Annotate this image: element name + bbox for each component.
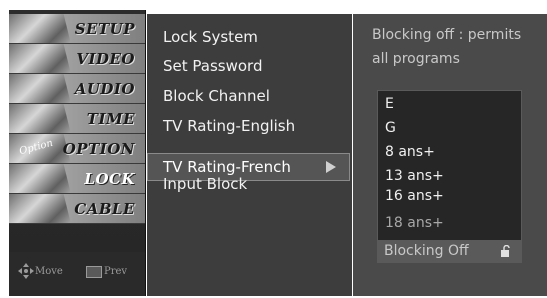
audio-thumbnail-icon xyxy=(9,74,71,103)
arrow-right-icon xyxy=(326,161,336,173)
time-thumbnail-icon xyxy=(9,104,71,133)
rating-option-e[interactable]: E xyxy=(385,96,394,112)
lock-thumbnail-icon xyxy=(9,164,71,193)
description-line-1: Blocking off : permits xyxy=(372,27,522,43)
setup-thumbnail-icon xyxy=(9,14,71,43)
nav-item-label: AUDIO xyxy=(74,80,135,98)
nav-item-lock[interactable]: LOCK xyxy=(9,164,145,194)
menu-item-label: TV Rating-French xyxy=(163,158,291,176)
lock-submenu: Lock System Set Password Block Channel T… xyxy=(147,14,352,296)
nav-item-option[interactable]: Option OPTION xyxy=(9,134,145,164)
unlock-icon xyxy=(501,245,510,257)
description-line-2: all programs xyxy=(372,51,460,67)
rating-option-16[interactable]: 16 ans+ xyxy=(385,188,444,204)
move-hint-label: Move xyxy=(35,266,63,277)
nav-footer-hints: Move Prev xyxy=(9,252,145,296)
nav-item-label: TIME xyxy=(86,110,135,128)
menu-item-block-channel[interactable]: Block Channel xyxy=(163,87,270,105)
tv-menu-screen: SETUP VIDEO AUDIO TIME Option OPTION LOC… xyxy=(0,0,547,298)
rating-option-8[interactable]: 8 ans+ xyxy=(385,144,435,160)
menu-item-tv-rating-english[interactable]: TV Rating-English xyxy=(163,117,295,135)
nav-item-setup[interactable]: SETUP xyxy=(9,14,145,44)
nav-item-cable[interactable]: CABLE xyxy=(9,194,145,224)
rating-option-18[interactable]: 18 ans+ xyxy=(385,215,444,231)
blocking-status-bar: Blocking Off xyxy=(378,240,521,262)
video-thumbnail-icon xyxy=(9,44,71,73)
menu-item-set-password[interactable]: Set Password xyxy=(163,57,262,75)
prev-hint-label: Prev xyxy=(104,266,128,277)
nav-item-audio[interactable]: AUDIO xyxy=(9,74,145,104)
rating-option-13[interactable]: 13 ans+ xyxy=(385,168,444,184)
nav-item-label: VIDEO xyxy=(76,50,135,68)
rating-detail-panel: Blocking off : permits all programs E G … xyxy=(353,14,547,296)
menu-item-input-block[interactable]: Input Block xyxy=(163,175,247,193)
rating-list: E G 8 ans+ 13 ans+ 16 ans+ 18 ans+ Block… xyxy=(377,90,522,263)
nav-item-label: CABLE xyxy=(74,200,135,218)
nav-item-label: LOCK xyxy=(84,170,135,188)
rating-option-g[interactable]: G xyxy=(385,120,396,136)
cable-thumbnail-icon xyxy=(9,194,71,223)
blocking-status-label: Blocking Off xyxy=(384,243,469,259)
move-arrows-icon xyxy=(18,263,34,279)
menu-item-lock-system[interactable]: Lock System xyxy=(163,28,258,46)
nav-item-label: OPTION xyxy=(62,140,135,158)
nav-item-video[interactable]: VIDEO xyxy=(9,44,145,74)
main-menu-sidebar: SETUP VIDEO AUDIO TIME Option OPTION LOC… xyxy=(9,10,146,296)
nav-item-time[interactable]: TIME xyxy=(9,104,145,134)
prev-button-icon xyxy=(86,266,102,278)
nav-item-label: SETUP xyxy=(74,20,135,38)
